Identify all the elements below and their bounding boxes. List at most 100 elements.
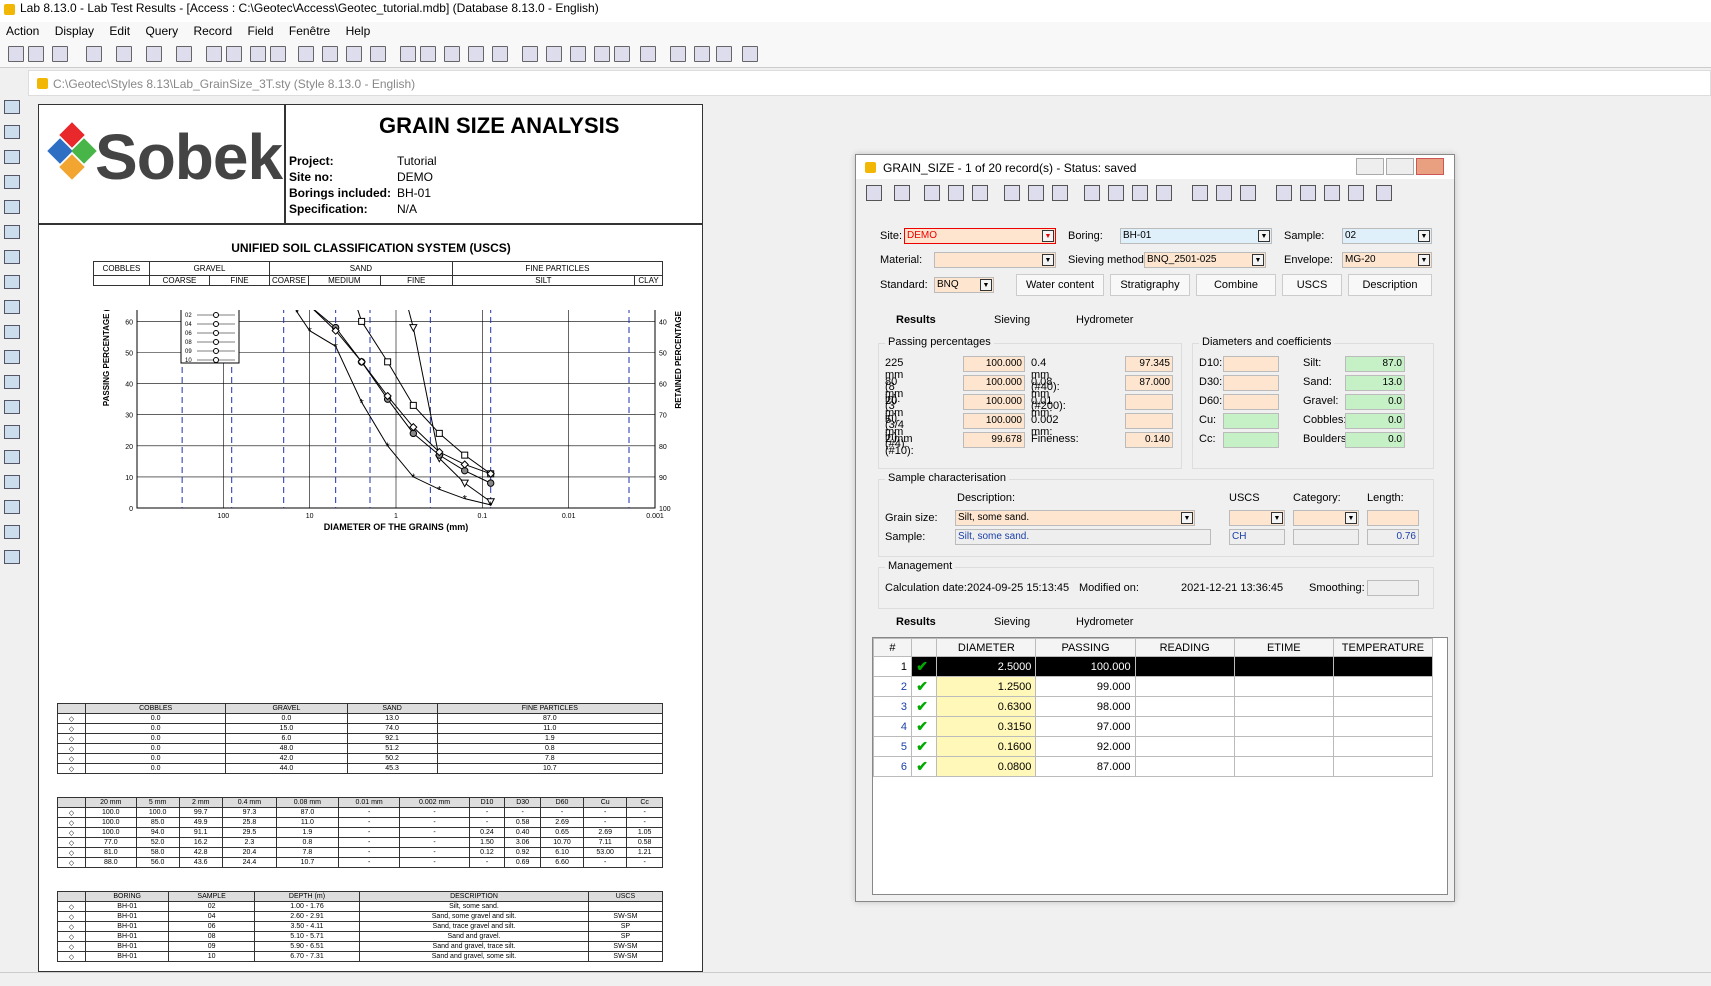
left-tool-icon[interactable] (4, 350, 20, 364)
grid-icon[interactable] (206, 46, 222, 62)
dialog-tool-icon[interactable] (1376, 185, 1392, 201)
value-field[interactable] (1223, 356, 1279, 372)
table-row[interactable]: 2 ✔ 1.2500 99.000 (873, 676, 1434, 697)
diameter-cell[interactable]: 0.6300 (936, 696, 1037, 717)
grid-column-header[interactable]: ETIME (1233, 638, 1334, 657)
standard-field[interactable]: BNQ ▼ (934, 277, 994, 293)
grid-column-header[interactable]: # (873, 638, 912, 657)
menu-window[interactable]: Fenêtre (283, 22, 336, 38)
bar-icon[interactable] (226, 46, 242, 62)
left-tool-icon[interactable] (4, 150, 20, 164)
value-field[interactable]: 87.0 (1345, 356, 1405, 372)
left-tool-icon[interactable] (4, 275, 20, 289)
value-field[interactable] (1223, 375, 1279, 391)
diameter-cell[interactable]: 2.5000 (936, 656, 1037, 677)
left-tool-icon[interactable] (4, 300, 20, 314)
shape-icon[interactable] (322, 46, 338, 62)
dialog-tool-icon[interactable] (1084, 185, 1100, 201)
table-row[interactable]: 4 ✔ 0.3150 97.000 (873, 716, 1434, 737)
grain-length-field[interactable] (1367, 510, 1419, 526)
prev-icon[interactable] (546, 46, 562, 62)
value-field[interactable] (1223, 432, 1279, 448)
description-button[interactable]: Description (1348, 274, 1432, 296)
maximize-button[interactable] (1386, 158, 1414, 175)
value-field[interactable]: 100.000 (963, 375, 1025, 391)
query2-icon[interactable] (694, 46, 710, 62)
row-check-cell[interactable]: ✔ (910, 696, 938, 717)
draw-icon[interactable] (298, 46, 314, 62)
table-row[interactable]: 1 ✔ 2.5000 100.000 (873, 656, 1434, 677)
grain-category-field[interactable]: ▼ (1293, 510, 1359, 526)
empty-cell[interactable] (1233, 756, 1334, 777)
close-button[interactable] (1416, 158, 1444, 175)
report3-icon[interactable] (444, 46, 460, 62)
value-field[interactable]: 100.000 (963, 394, 1025, 410)
row-check-cell[interactable]: ✔ (910, 736, 938, 757)
dialog-tool-icon[interactable] (1108, 185, 1124, 201)
hash-icon[interactable] (570, 46, 586, 62)
chevron-down-icon[interactable]: ▼ (1271, 512, 1283, 524)
boring-field[interactable]: BH-01 ▼ (1120, 228, 1272, 244)
empty-cell[interactable] (1134, 736, 1235, 757)
dialog-tool-icon[interactable] (1300, 185, 1316, 201)
table-row[interactable]: 5 ✔ 0.1600 92.000 (873, 736, 1434, 757)
chevron-down-icon[interactable]: ▼ (1042, 230, 1054, 242)
dialog-tool-icon[interactable] (1216, 185, 1232, 201)
dialog-tool-icon[interactable] (1192, 185, 1208, 201)
row-check-cell[interactable]: ✔ (910, 656, 938, 677)
passing-cell[interactable]: 92.000 (1035, 736, 1136, 757)
tab-sieving-2[interactable]: Sieving (994, 616, 1030, 628)
sieving-field[interactable]: BNQ_2501-025 ▼ (1144, 252, 1266, 268)
image-icon[interactable] (370, 46, 386, 62)
grid-column-header[interactable]: DIAMETER (936, 638, 1037, 657)
menu-record[interactable]: Record (187, 22, 238, 38)
left-tool-icon[interactable] (4, 450, 20, 464)
menu-query[interactable]: Query (139, 22, 184, 38)
chevron-down-icon[interactable]: ▼ (1345, 512, 1357, 524)
value-field[interactable]: 87.000 (1125, 375, 1173, 391)
report5-icon[interactable] (492, 46, 508, 62)
value-field[interactable] (1223, 394, 1279, 410)
cylinder-icon[interactable] (270, 46, 286, 62)
passing-cell[interactable]: 99.000 (1035, 676, 1136, 697)
minimize-button[interactable] (1356, 158, 1384, 175)
left-tool-icon[interactable] (4, 375, 20, 389)
dialog-tool-icon[interactable] (1240, 185, 1256, 201)
dialog-tool-icon[interactable] (1132, 185, 1148, 201)
last-icon[interactable] (614, 46, 630, 62)
table-row[interactable]: 6 ✔ 0.0800 87.000 (873, 756, 1434, 777)
value-field[interactable] (1125, 394, 1173, 410)
style-window-titlebar[interactable]: C:\Geotec\Styles 8.13\Lab_GrainSize_3T.s… (28, 70, 1711, 96)
menu-field[interactable]: Field (242, 22, 280, 38)
chevron-down-icon[interactable]: ▼ (980, 279, 992, 291)
dialog-tool-icon[interactable] (894, 185, 910, 201)
dialog-tool-icon[interactable] (1156, 185, 1172, 201)
sample-field[interactable]: 02 ▼ (1342, 228, 1432, 244)
menu-display[interactable]: Display (49, 22, 100, 38)
dialog-tool-icon[interactable] (1028, 185, 1044, 201)
chevron-down-icon[interactable]: ▼ (1252, 254, 1264, 266)
left-tool-icon[interactable] (4, 175, 20, 189)
tab-sieving[interactable]: Sieving (994, 314, 1030, 326)
report2-icon[interactable] (420, 46, 436, 62)
site-field[interactable]: DEMO ▼ (904, 228, 1056, 244)
empty-cell[interactable] (1332, 676, 1434, 697)
empty-cell[interactable] (1134, 696, 1235, 717)
left-tool-icon[interactable] (4, 475, 20, 489)
empty-cell[interactable] (1332, 756, 1434, 777)
row-check-cell[interactable]: ✔ (910, 716, 938, 737)
next-icon[interactable] (594, 46, 610, 62)
chevron-down-icon[interactable]: ▼ (1418, 254, 1430, 266)
empty-cell[interactable] (1332, 736, 1434, 757)
material-field[interactable]: ▼ (934, 252, 1056, 268)
empty-cell[interactable] (1134, 756, 1235, 777)
first-icon[interactable] (522, 46, 538, 62)
diameter-cell[interactable]: 1.2500 (936, 676, 1037, 697)
grid-column-header[interactable]: PASSING (1035, 638, 1136, 657)
passing-cell[interactable]: 87.000 (1035, 756, 1136, 777)
value-field[interactable]: 100.000 (963, 356, 1025, 372)
value-field[interactable] (1223, 413, 1279, 429)
empty-cell[interactable] (1233, 716, 1334, 737)
legend-icon[interactable] (250, 46, 266, 62)
tab-results[interactable]: Results (896, 314, 936, 326)
